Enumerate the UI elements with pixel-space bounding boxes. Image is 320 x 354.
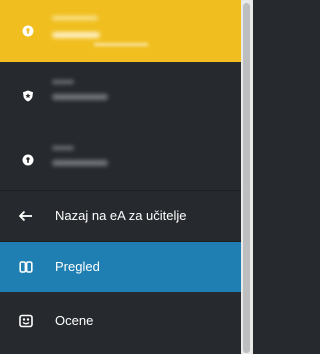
grade-card-icon [19, 314, 33, 328]
arrow-left-icon [19, 210, 32, 222]
account-detail-blurred [52, 32, 100, 38]
scrollbar-thumb[interactable] [243, 3, 250, 353]
account-name-blurred [52, 146, 74, 150]
back-link-label: Nazaj na eA za učitelje [55, 208, 187, 223]
book-open-icon [19, 261, 33, 273]
account-detail-blurred [94, 43, 148, 46]
nav-item-ocene[interactable]: Ocene [0, 296, 241, 346]
account-switcher-item[interactable] [0, 62, 241, 128]
nav-item-pregled[interactable]: Pregled [0, 242, 241, 292]
account-switcher-item-active[interactable] [0, 0, 241, 62]
badge-shield-icon [23, 90, 33, 102]
nav-item-label: Ocene [55, 313, 94, 328]
account-name-blurred [52, 80, 74, 84]
keyhole-shield-icon [22, 25, 34, 37]
account-detail-blurred [52, 94, 108, 100]
account-name-blurred [52, 16, 98, 20]
nav-item-label: Pregled [55, 259, 100, 274]
account-detail-blurred [52, 160, 108, 166]
account-switcher-item[interactable] [0, 128, 241, 191]
back-to-teachers-link[interactable]: Nazaj na eA za učitelje [0, 191, 241, 241]
keyhole-shield-icon [22, 154, 34, 166]
sidebar-menu: Nazaj na eA za učitelje Pregled Ocene [0, 0, 241, 354]
